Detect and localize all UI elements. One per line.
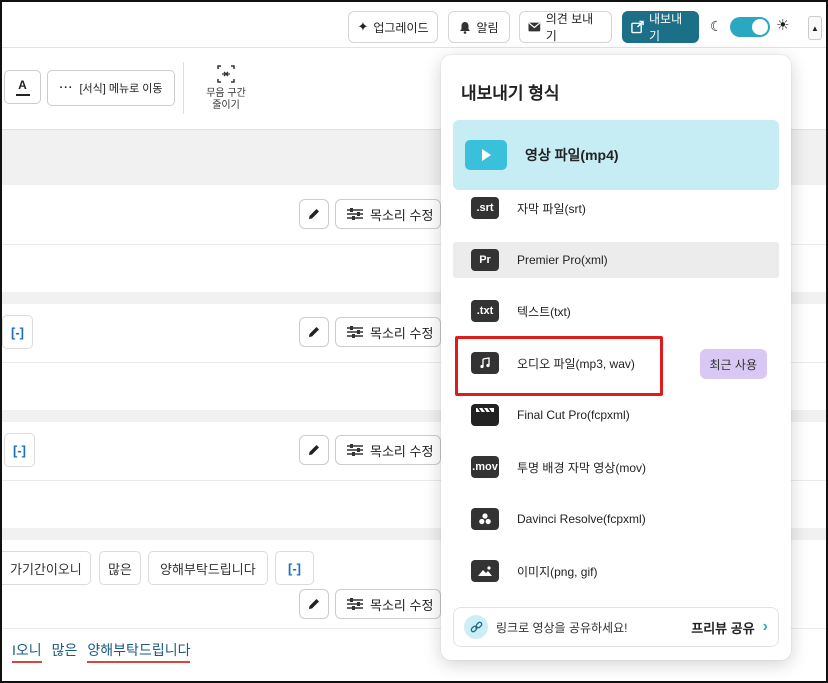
txt-file-icon: .txt	[471, 300, 499, 322]
top-bar: ✦ 업그레이드 알림 의견 보내기 내보내기 ☾ ☀ ▲	[2, 2, 826, 48]
pencil-icon	[309, 327, 319, 337]
voice-edit-button[interactable]: 목소리 수정	[335, 435, 441, 465]
sliders-icon	[347, 326, 363, 338]
share-preview-bar[interactable]: 링크로 영상을 공유하세요! 프리뷰 공유 ›	[453, 607, 779, 647]
subtitle-word[interactable]: 많은	[52, 640, 78, 663]
edit-button[interactable]	[299, 435, 329, 465]
premiere-pro-icon: Pr	[471, 249, 499, 271]
toggle-knob	[752, 19, 768, 35]
bell-icon	[460, 21, 471, 34]
export-format-menu: 내보내기 형식 영상 파일(mp4) .srt 자막 파일(srt) Pr Pr…	[441, 55, 791, 660]
subtitle-word[interactable]: 양해부탁드립니다	[87, 640, 191, 663]
more-icon: ···	[59, 82, 74, 94]
export-option-image[interactable]: 이미지(png, gif)	[453, 555, 779, 587]
sun-icon: ☀	[776, 17, 790, 34]
annotation-highlight-box	[455, 336, 663, 396]
scroll-up-button[interactable]: ▲	[808, 16, 822, 40]
sliders-icon	[347, 598, 363, 610]
toolbar-divider	[183, 62, 184, 114]
bracket-chip[interactable]: [-]	[2, 315, 33, 349]
app-window: ✦ 업그레이드 알림 의견 보내기 내보내기 ☾ ☀ ▲ A ··· [서식] …	[0, 0, 828, 683]
export-option-fcpxml[interactable]: Final Cut Pro(fcpxml)	[453, 399, 779, 431]
sliders-icon	[347, 208, 363, 220]
external-link-icon	[631, 20, 644, 34]
srt-file-icon: .srt	[471, 197, 499, 219]
export-option-davinci[interactable]: Davinci Resolve(fcpxml)	[453, 503, 779, 535]
export-option-premiere[interactable]: Pr Premier Pro(xml)	[453, 242, 779, 278]
color-bar	[15, 94, 30, 96]
format-menu-button[interactable]: ··· [서식] 메뉴로 이동	[47, 70, 175, 106]
word-chip[interactable]: 양해부탁드립니다	[148, 551, 268, 585]
preview-share-button[interactable]: 프리뷰 공유 ›	[691, 618, 768, 637]
pencil-icon	[309, 599, 319, 609]
export-button[interactable]: 내보내기	[622, 11, 699, 43]
edit-button[interactable]	[299, 589, 329, 619]
word-chip[interactable]: 많은	[99, 551, 141, 585]
subtitle-word[interactable]: I오니	[12, 640, 42, 663]
davinci-icon	[471, 508, 499, 530]
image-icon	[471, 560, 499, 582]
recent-used-badge: 최근 사용	[699, 349, 767, 379]
export-option-mp4[interactable]: 영상 파일(mp4)	[453, 120, 779, 190]
export-option-txt[interactable]: .txt 텍스트(txt)	[453, 295, 779, 327]
subtitle-preview-text: I오니 많은 양해부탁드립니다	[12, 640, 191, 663]
compress-icon	[217, 65, 235, 83]
edit-button[interactable]	[299, 199, 329, 229]
notifications-button[interactable]: 알림	[448, 11, 510, 43]
feedback-button[interactable]: 의견 보내기	[519, 11, 612, 43]
mail-icon	[528, 22, 541, 32]
mov-file-icon: .mov	[471, 456, 499, 478]
chevron-right-icon: ›	[762, 618, 768, 635]
export-option-mov[interactable]: .mov 투명 배경 자막 영상(mov)	[453, 451, 779, 483]
reduce-silence-button[interactable]: 무음 구간 줄이기	[198, 64, 254, 112]
moon-icon: ☾	[710, 18, 723, 34]
sparkle-icon: ✦	[357, 19, 369, 34]
export-menu-title: 내보내기 형식	[461, 84, 560, 103]
pencil-icon	[309, 445, 319, 455]
voice-edit-button[interactable]: 목소리 수정	[335, 589, 441, 619]
text-color-button[interactable]: A	[4, 70, 41, 104]
link-icon	[464, 615, 488, 639]
export-option-srt[interactable]: .srt 자막 파일(srt)	[453, 192, 779, 224]
clapperboard-icon	[471, 404, 499, 426]
bracket-chip[interactable]: [-]	[4, 433, 35, 467]
sliders-icon	[347, 444, 363, 456]
voice-edit-button[interactable]: 목소리 수정	[335, 199, 441, 229]
edit-button[interactable]	[299, 317, 329, 347]
theme-toggle[interactable]	[730, 17, 770, 37]
word-chip[interactable]: 가기간이오니	[2, 551, 91, 585]
upgrade-button[interactable]: ✦ 업그레이드	[348, 11, 438, 43]
play-icon	[465, 140, 507, 170]
pencil-icon	[309, 209, 319, 219]
bracket-chip[interactable]: [-]	[275, 551, 314, 585]
voice-edit-button[interactable]: 목소리 수정	[335, 317, 441, 347]
